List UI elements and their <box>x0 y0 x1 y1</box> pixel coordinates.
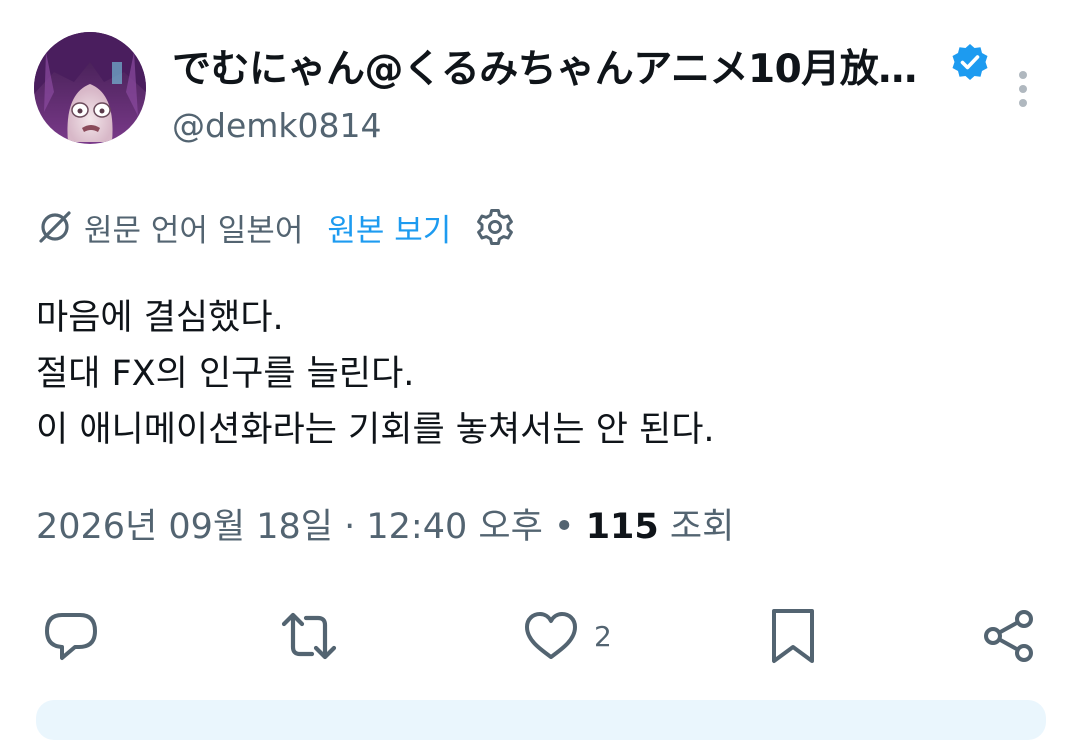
author-display-name[interactable]: でむにゃん@くるみちゃんアニメ10月放… <box>172 38 917 94</box>
translation-bar: 원문 언어 일본어 원본 보기 <box>36 204 515 250</box>
action-bar: 2 <box>0 604 1080 668</box>
share-icon <box>984 610 1033 662</box>
views-label: 조회 <box>658 507 735 547</box>
like-button[interactable]: 2 <box>522 604 612 668</box>
tweet-time[interactable]: 12:40 오후 <box>366 507 542 547</box>
author-handle[interactable]: @demk0814 <box>172 106 382 145</box>
tweet-date[interactable]: 2026년 09월 18일 <box>36 507 333 547</box>
translate-slash-icon <box>39 211 71 243</box>
retweet-icon <box>281 612 337 660</box>
views-count[interactable]: 115 <box>586 507 659 547</box>
reply-compose-card[interactable] <box>36 700 1046 740</box>
meta-separator: · <box>333 507 367 547</box>
bookmark-button[interactable] <box>764 604 822 668</box>
tweet-text: 마음에 결심했다. 절대 FX의 인구를 늘린다. 이 애니메이션화라는 기회를… <box>36 290 1046 458</box>
more-vertical-icon[interactable] <box>1004 70 1042 110</box>
source-language-label: 원문 언어 일본어 <box>84 212 304 249</box>
heart-icon <box>525 612 577 659</box>
retweet-button[interactable] <box>280 604 338 668</box>
show-original-link[interactable]: 원본 보기 <box>327 205 451 250</box>
tweet-meta: 2026년 09월 18일 · 12:40 오후 • 115 조회 <box>36 498 734 549</box>
tweet-text-line: 마음에 결심했다. <box>36 298 284 338</box>
reply-button[interactable] <box>42 604 100 668</box>
tweet-text-line: 이 애니메이션화라는 기회를 놓쳐서는 안 된다. <box>36 410 715 450</box>
reply-icon <box>45 613 97 660</box>
avatar[interactable] <box>34 32 146 144</box>
tweet-text-line: 절대 FX의 인구를 늘린다. <box>36 354 415 394</box>
meta-separator: • <box>542 507 586 547</box>
verified-badge-icon <box>952 44 988 80</box>
avatar-image <box>34 32 146 144</box>
share-button[interactable] <box>980 604 1038 668</box>
like-count: 2 <box>594 619 612 653</box>
bookmark-icon <box>772 609 814 663</box>
gear-icon[interactable] <box>475 207 515 247</box>
